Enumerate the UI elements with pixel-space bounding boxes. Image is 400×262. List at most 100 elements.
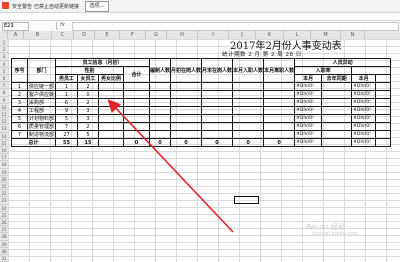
cell-dept[interactable]: 工程部 <box>27 106 56 115</box>
cell-end[interactable] <box>201 130 234 139</box>
total-in[interactable]: 0 <box>232 138 265 147</box>
cell-total[interactable] <box>123 98 150 107</box>
cell-male[interactable]: 1 <box>55 82 78 91</box>
cell-female[interactable]: 2 <box>77 82 99 91</box>
cell-headcount[interactable] <box>148 114 172 123</box>
total-start[interactable]: 0 <box>170 138 203 147</box>
cell-blank[interactable] <box>375 138 392 147</box>
cell-out[interactable] <box>263 114 296 123</box>
cell-this_month[interactable]: #DIV/0! <box>294 106 323 115</box>
cell-ratio[interactable] <box>98 90 124 99</box>
cell-female[interactable]: 2 <box>77 122 99 131</box>
cell-dept[interactable]: 供应链一部 <box>27 82 56 91</box>
cell-total[interactable] <box>123 90 150 99</box>
cell-next[interactable]: #DIV/0! <box>351 98 377 107</box>
cell-out[interactable] <box>263 106 296 115</box>
cell-blank[interactable] <box>375 122 392 131</box>
cell-dept[interactable]: 计划物料部 <box>27 114 56 123</box>
cell-male[interactable]: 5 <box>55 114 78 123</box>
cell-male[interactable]: 9 <box>55 106 78 115</box>
cell-female[interactable]: 2 <box>77 98 99 107</box>
cell-same_period[interactable] <box>321 122 353 131</box>
cell-end[interactable] <box>201 122 234 131</box>
cell-headcount[interactable] <box>148 98 172 107</box>
cell-same_period[interactable] <box>321 98 353 107</box>
total-same_period[interactable] <box>321 138 353 147</box>
cell-this_month[interactable]: #DIV/0! <box>294 82 323 91</box>
cell-total[interactable] <box>123 106 150 115</box>
cell-start[interactable] <box>170 98 203 107</box>
cell-next[interactable]: #DIV/0! <box>351 114 377 123</box>
total-female[interactable]: 15 <box>77 138 99 147</box>
total-total[interactable]: 0 <box>123 138 150 147</box>
cell-seq[interactable]: 7 <box>11 130 28 139</box>
total-headcount[interactable]: 0 <box>148 138 172 147</box>
cell-next[interactable]: #DIV/0! <box>351 122 377 131</box>
cell-in[interactable] <box>232 98 265 107</box>
cell-headcount[interactable] <box>148 106 172 115</box>
cell-out[interactable] <box>263 122 296 131</box>
cell-ratio[interactable] <box>98 130 124 139</box>
cell-dept[interactable]: 制造物流部 <box>27 130 56 139</box>
cell-end[interactable] <box>201 82 234 91</box>
cell-same_period[interactable] <box>321 106 353 115</box>
cell-female[interactable]: 3 <box>77 114 99 123</box>
total-this_month[interactable]: #DIV/0! <box>294 138 323 147</box>
total-end[interactable]: 0 <box>201 138 234 147</box>
cell-this_month[interactable]: #DIV/0! <box>294 114 323 123</box>
cell-total[interactable] <box>123 122 150 131</box>
cell-out[interactable] <box>263 82 296 91</box>
cell-total[interactable] <box>123 114 150 123</box>
cell-this_month[interactable]: #DIV/0! <box>294 90 323 99</box>
cell-seq[interactable]: 5 <box>11 114 28 123</box>
cell-ratio[interactable] <box>98 122 124 131</box>
cell-ratio[interactable] <box>98 106 124 115</box>
cell-ratio[interactable] <box>98 82 124 91</box>
cell-next[interactable]: #DIV/0! <box>351 82 377 91</box>
cell-dept[interactable]: 采购部 <box>27 98 56 107</box>
cell-this_month[interactable]: #DIV/0! <box>294 98 323 107</box>
cell-same_period[interactable] <box>321 114 353 123</box>
cell-headcount[interactable] <box>148 130 172 139</box>
cell-ratio[interactable] <box>98 114 124 123</box>
cell-end[interactable] <box>201 98 234 107</box>
cell-end[interactable] <box>201 106 234 115</box>
cell-female[interactable]: 3 <box>77 106 99 115</box>
cell-next[interactable]: #DIV/0! <box>351 106 377 115</box>
cell-out[interactable] <box>263 90 296 99</box>
cell-male[interactable]: 7 <box>55 122 78 131</box>
cell-start[interactable] <box>170 82 203 91</box>
cell-next[interactable]: #DIV/0! <box>351 130 377 139</box>
cell-dept[interactable]: 质量管理部 <box>27 122 56 131</box>
cell-seq[interactable]: 1 <box>11 82 28 91</box>
cell-in[interactable] <box>232 122 265 131</box>
total-out[interactable]: 0 <box>263 138 296 147</box>
cell-same_period[interactable] <box>321 90 353 99</box>
cell-start[interactable] <box>170 106 203 115</box>
cell-this_month[interactable]: #DIV/0! <box>294 130 323 139</box>
active-cell-e23[interactable] <box>234 196 259 204</box>
cell-blank[interactable] <box>375 90 392 99</box>
total-next[interactable]: #DIV/0! <box>351 138 377 147</box>
cell-seq[interactable]: 6 <box>11 122 28 131</box>
cell-headcount[interactable] <box>148 122 172 131</box>
cell-end[interactable] <box>201 114 234 123</box>
cell-in[interactable] <box>232 82 265 91</box>
cell-in[interactable] <box>232 106 265 115</box>
cell-seq[interactable]: 2 <box>11 90 28 99</box>
cell-in[interactable] <box>232 114 265 123</box>
cell-headcount[interactable] <box>148 82 172 91</box>
cell-this_month[interactable]: #DIV/0! <box>294 122 323 131</box>
cell-headcount[interactable] <box>148 90 172 99</box>
total-ratio[interactable] <box>98 138 124 147</box>
cell-in[interactable] <box>232 130 265 139</box>
cell-total[interactable] <box>123 130 150 139</box>
cell-dept[interactable]: 客户供应链 <box>27 90 56 99</box>
cell-male[interactable]: 6 <box>55 98 78 107</box>
cell-start[interactable] <box>170 122 203 131</box>
cell-blank[interactable] <box>375 98 392 107</box>
cell-blank[interactable] <box>375 82 392 91</box>
cell-out[interactable] <box>263 130 296 139</box>
cell-start[interactable] <box>170 130 203 139</box>
cell-start[interactable] <box>170 90 203 99</box>
